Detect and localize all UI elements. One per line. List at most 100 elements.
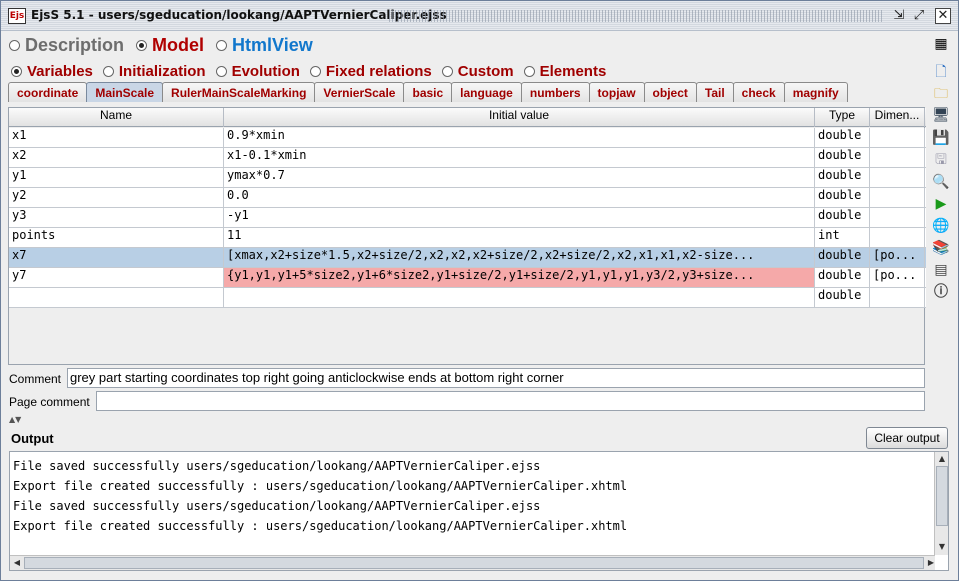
page-comment-field[interactable]	[96, 391, 925, 411]
radio-variables[interactable]: Variables	[11, 63, 93, 80]
cell-initial-value[interactable]: [xmax,x2+size*1.5,x2+size/2,x2,x2,x2+siz…	[224, 248, 815, 267]
tab-object[interactable]: object	[643, 82, 697, 102]
cell-initial-value[interactable]	[224, 288, 815, 307]
cell-initial-value[interactable]: 0.9*xmin	[224, 128, 815, 147]
open-model-icon[interactable]: 🖥	[932, 106, 950, 124]
cell-name[interactable]: x7	[9, 248, 224, 267]
scroll-thumb[interactable]	[936, 466, 948, 526]
cell-initial-value[interactable]: -y1	[224, 208, 815, 227]
tab-check[interactable]: check	[732, 82, 785, 102]
cell-name[interactable]: y3	[9, 208, 224, 227]
tab-rulermainscalemarking[interactable]: RulerMainScaleMarking	[162, 82, 316, 102]
cell-type[interactable]: double	[815, 288, 870, 307]
table-row[interactable]: y1 ymax*0.7 double	[9, 168, 926, 188]
clear-output-button[interactable]: Clear output	[866, 427, 948, 449]
column-header-type[interactable]: Type	[815, 108, 870, 127]
cell-name[interactable]: y7	[9, 268, 224, 287]
cell-type[interactable]: double	[815, 168, 870, 187]
save-as-icon[interactable]: 🖫	[932, 151, 950, 169]
close-icon[interactable]: ✕	[935, 8, 951, 24]
cell-type[interactable]: double	[815, 208, 870, 227]
output-area[interactable]: File saved successfully users/sgeducatio…	[9, 451, 949, 571]
cell-dimension[interactable]	[870, 148, 925, 167]
tab-coordinate[interactable]: coordinate	[8, 82, 88, 102]
radio-model[interactable]: Model	[136, 35, 204, 56]
cell-type[interactable]: double	[815, 148, 870, 167]
radio-custom[interactable]: Custom	[441, 63, 514, 80]
cell-dimension[interactable]	[870, 228, 925, 247]
restore-icon[interactable]: ⇲	[891, 8, 907, 24]
cell-name[interactable]: y1	[9, 168, 224, 187]
tab-mainscale[interactable]: MainScale	[86, 82, 164, 102]
scroll-right-icon[interactable]: ▶	[925, 557, 937, 569]
radio-initialization[interactable]: Initialization	[102, 63, 206, 80]
cell-initial-value[interactable]: ymax*0.7	[224, 168, 815, 187]
radio-evolution[interactable]: Evolution	[215, 63, 300, 80]
cell-dimension[interactable]	[870, 288, 925, 307]
radio-description[interactable]: Description	[9, 35, 124, 56]
cell-dimension[interactable]: [po...	[870, 268, 925, 287]
cell-type[interactable]: double	[815, 268, 870, 287]
table-row[interactable]: points 11 int	[9, 228, 926, 248]
table-row[interactable]: y3 -y1 double	[9, 208, 926, 228]
pane-splitter[interactable]: ▲▼	[9, 415, 925, 424]
cell-initial-value[interactable]: 11	[224, 228, 815, 247]
radio-elements[interactable]: Elements	[523, 63, 606, 80]
column-header-initial-value[interactable]: Initial value	[224, 108, 815, 127]
scroll-thumb[interactable]	[24, 557, 924, 569]
new-file-icon[interactable]: 🗋	[932, 63, 950, 81]
table-row[interactable]: x2 x1-0.1*xmin double	[9, 148, 926, 168]
table-header: Name Initial value Type Dimen...	[9, 108, 926, 127]
table-row[interactable]: y2 0.0 double	[9, 188, 926, 208]
scroll-left-icon[interactable]: ◀	[11, 557, 23, 569]
scroll-up-icon[interactable]: ▲	[936, 453, 948, 465]
cell-initial-value-error[interactable]: {y1,y1,y1+5*size2,y1+6*size2,y1+size/2,y…	[224, 268, 815, 287]
cell-type[interactable]: double	[815, 128, 870, 147]
table-row-selected[interactable]: x7 [xmax,x2+size*1.5,x2+size/2,x2,x2,x2+…	[9, 248, 926, 268]
cell-name[interactable]: x2	[9, 148, 224, 167]
tab-numbers[interactable]: numbers	[520, 82, 590, 102]
cell-type[interactable]: int	[815, 228, 870, 247]
table-row[interactable]: x1 0.9*xmin double	[9, 128, 926, 148]
info-icon[interactable]: ⓘ	[932, 283, 950, 301]
radio-fixed-relations[interactable]: Fixed relations	[309, 63, 432, 80]
cell-dimension[interactable]	[870, 188, 925, 207]
cell-name[interactable]	[9, 288, 224, 307]
cell-dimension[interactable]	[870, 208, 925, 227]
save-icon[interactable]: 💾	[932, 129, 950, 147]
table-row[interactable]: y7 {y1,y1,y1+5*size2,y1+6*size2,y1+size/…	[9, 268, 926, 288]
radio-htmlview[interactable]: HtmlView	[216, 35, 313, 56]
cell-name[interactable]: points	[9, 228, 224, 247]
tab-basic[interactable]: basic	[403, 82, 453, 102]
open-folder-icon[interactable]: 🗀	[932, 85, 950, 103]
tab-tail[interactable]: Tail	[695, 82, 734, 102]
cell-type[interactable]: double	[815, 248, 870, 267]
cell-dimension[interactable]: [po...	[870, 248, 925, 267]
tab-language[interactable]: language	[451, 82, 522, 102]
table-row-empty[interactable]: double	[9, 288, 926, 308]
cell-name[interactable]: y2	[9, 188, 224, 207]
scroll-down-icon[interactable]: ▼	[936, 541, 948, 553]
cell-initial-value[interactable]: x1-0.1*xmin	[224, 148, 815, 167]
run-icon[interactable]: ▶	[932, 195, 950, 213]
comment-field[interactable]: grey part starting coordinates top right…	[67, 368, 925, 388]
tab-vernierscale[interactable]: VernierScale	[314, 82, 405, 102]
title-bar[interactable]: Ejs EjsS 5.1 - users/sgeducation/lookang…	[1, 1, 958, 31]
output-vertical-scrollbar[interactable]: ▲ ▼	[934, 452, 948, 555]
stack-icon[interactable]: 📚	[932, 239, 950, 257]
output-horizontal-scrollbar[interactable]: ◀ ▶	[10, 555, 935, 570]
maximize-icon[interactable]: ⤢	[911, 8, 927, 24]
cell-type[interactable]: double	[815, 188, 870, 207]
cell-name[interactable]: x1	[9, 128, 224, 147]
cell-initial-value[interactable]: 0.0	[224, 188, 815, 207]
cell-dimension[interactable]	[870, 128, 925, 147]
tab-topjaw[interactable]: topjaw	[588, 82, 645, 102]
tab-magnify[interactable]: magnify	[783, 82, 848, 102]
web-icon[interactable]: 🌐	[932, 217, 950, 235]
table-view-icon[interactable]: ▦	[932, 35, 950, 53]
options-icon[interactable]: ▤	[932, 261, 950, 279]
column-header-dimension[interactable]: Dimen...	[870, 108, 925, 127]
cell-dimension[interactable]	[870, 168, 925, 187]
column-header-name[interactable]: Name	[9, 108, 224, 127]
search-icon[interactable]: 🔍	[932, 173, 950, 191]
